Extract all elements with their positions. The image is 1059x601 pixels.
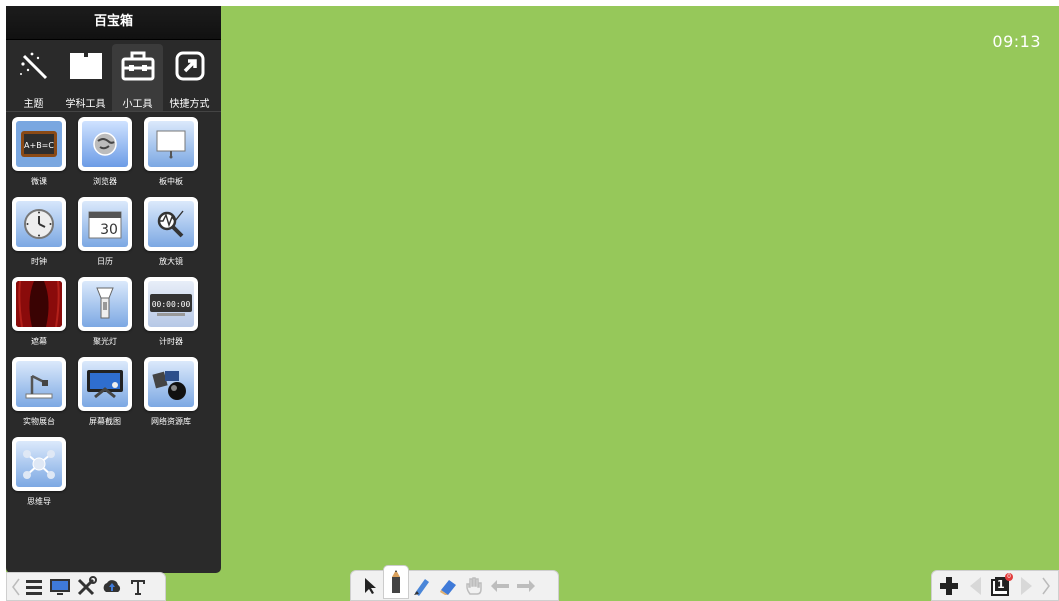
panel-title: 百宝箱 [6, 6, 221, 40]
shortcut-arrow-icon [173, 49, 207, 83]
tool-label: 屏幕截图 [89, 417, 121, 426]
curtain-icon [16, 281, 62, 327]
tools-icon[interactable] [73, 574, 99, 600]
tool-browser[interactable]: 浏览器 [72, 117, 138, 187]
whiteboard-icon [148, 121, 194, 167]
mind-map-icon [16, 441, 62, 487]
text-t-icon[interactable] [125, 574, 151, 600]
tool-label: 浏览器 [93, 177, 117, 186]
screenshot-icon [82, 361, 128, 407]
tool-screenshot[interactable]: 屏幕截图 [72, 357, 138, 427]
tool-magnifier[interactable]: 放大镜 [138, 197, 204, 267]
hand-icon[interactable] [461, 573, 487, 599]
drawing-toolbar [350, 564, 559, 601]
tool-label: 聚光灯 [93, 337, 117, 346]
clock-display: 09:13 [992, 32, 1041, 51]
highlighter-icon[interactable] [409, 573, 435, 599]
chevron-left-icon[interactable] [11, 574, 21, 600]
timer-display-text: 00:00:00 [152, 300, 191, 309]
add-page-icon[interactable] [936, 573, 962, 599]
cloud-upload-icon[interactable] [99, 574, 125, 600]
tool-label: 思维导 [27, 497, 51, 506]
clock-icon [16, 201, 62, 247]
tool-micro-lesson[interactable]: A+B=C 微课 [6, 117, 72, 187]
toolbox-panel: 百宝箱 主题 学科工具 小工具 快捷方式 A+B=C 微课 浏览器 板中板 时钟… [6, 6, 221, 573]
tool-label: 板中板 [159, 177, 183, 186]
tool-label: 微课 [31, 177, 47, 186]
tool-curtain[interactable]: 遮幕 [6, 277, 72, 347]
chevron-right-icon[interactable] [1040, 573, 1052, 599]
tool-board-in-board[interactable]: 板中板 [138, 117, 204, 187]
book-icon [69, 49, 103, 83]
tool-label: 网络资源库 [151, 417, 191, 426]
network-resources-icon [148, 361, 194, 407]
menu-icon[interactable] [21, 574, 47, 600]
spotlight-icon [82, 281, 128, 327]
calendar-icon: 30 [82, 201, 128, 247]
undo-icon[interactable] [487, 573, 513, 599]
next-page-icon[interactable] [1014, 573, 1040, 599]
tab-label: 小工具 [122, 99, 153, 110]
tab-label: 主题 [23, 99, 44, 110]
toolbox-icon [121, 49, 155, 83]
page-toolbar: 1 0 [931, 570, 1059, 601]
redo-icon[interactable] [513, 573, 539, 599]
tool-document-camera[interactable]: 实物展台 [6, 357, 72, 427]
tab-subject-tools[interactable]: 学科工具 [60, 44, 111, 111]
pen-icon[interactable] [383, 564, 409, 599]
tool-mind-map[interactable]: 思维导 [6, 437, 72, 507]
document-camera-icon [16, 361, 62, 407]
eraser-icon[interactable] [435, 573, 461, 599]
toolbox-tabs: 主题 学科工具 小工具 快捷方式 [6, 40, 221, 112]
tab-theme[interactable]: 主题 [8, 44, 59, 111]
timer-icon: 00:00:00 [148, 281, 194, 327]
page-indicator[interactable]: 1 0 [988, 572, 1014, 599]
tool-spotlight[interactable]: 聚光灯 [72, 277, 138, 347]
magic-wand-icon [17, 49, 51, 83]
previous-page-icon[interactable] [962, 573, 988, 599]
tab-shortcuts[interactable]: 快捷方式 [164, 44, 215, 111]
tool-label: 日历 [97, 257, 113, 266]
tool-label: 实物展台 [23, 417, 55, 426]
pointer-icon[interactable] [357, 573, 383, 599]
tool-label: 时钟 [31, 257, 47, 266]
globe-icon [82, 121, 128, 167]
bottom-left-toolbar [6, 572, 166, 601]
magnifier-icon [148, 201, 194, 247]
tab-label: 快捷方式 [169, 99, 210, 110]
tool-label: 放大镜 [159, 257, 183, 266]
tool-calendar[interactable]: 30 日历 [72, 197, 138, 267]
tab-label: 学科工具 [65, 99, 106, 110]
tool-label: 遮幕 [31, 337, 47, 346]
monitor-icon[interactable] [47, 574, 73, 600]
tool-clock[interactable]: 时钟 [6, 197, 72, 267]
tool-timer[interactable]: 00:00:00 计时器 [138, 277, 204, 347]
tool-network-resources[interactable]: 网络资源库 [138, 357, 204, 427]
tool-label: 计时器 [159, 337, 183, 346]
tab-small-tools[interactable]: 小工具 [112, 44, 163, 111]
chalkboard-icon: A+B=C [16, 121, 62, 167]
page-badge: 0 [1005, 572, 1013, 581]
svg-text:A+B=C: A+B=C [24, 141, 54, 150]
calendar-date-text: 30 [100, 222, 118, 238]
page-number: 1 [997, 577, 1005, 591]
